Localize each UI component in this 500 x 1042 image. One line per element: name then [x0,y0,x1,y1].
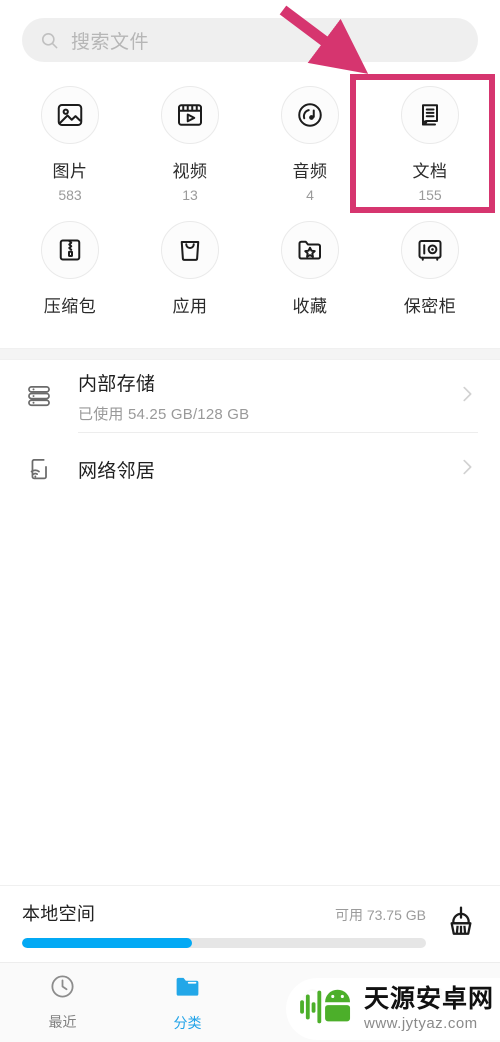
image-icon-circle [41,86,99,144]
category-item-safe[interactable]: 保密柜 [370,211,490,338]
list-item-text: 内部存储 已使用 54.25 GB/128 GB [78,369,456,424]
apps-bag-icon [175,235,205,265]
audio-icon-circle [281,86,339,144]
image-icon [55,100,85,130]
category-count: 583 [58,187,82,203]
archive-icon-circle [41,221,99,279]
watermark-text: 天源安卓网 www.jytyaz.com [363,985,494,1032]
category-item-archives[interactable]: 压缩包 [10,211,130,338]
category-item-videos[interactable]: 视频 13 [130,76,250,211]
category-label: 收藏 [292,297,328,316]
favorite-folder-icon [295,235,325,265]
search-input[interactable]: 搜索文件 [22,18,478,62]
storage-progress-track [22,938,426,948]
archive-icon [55,235,85,265]
document-icon [415,100,445,130]
category-item-audio[interactable]: 音频 4 [250,76,370,211]
storage-progress-fill [22,938,192,948]
category-label: 文档 [412,162,448,181]
category-row-2: 压缩包 应用 收藏 保密柜 [10,211,490,338]
video-icon-circle [161,86,219,144]
apps-bag-icon-circle [161,221,219,279]
search-section: 搜索文件 [0,0,500,62]
nav-item-categories[interactable]: 分类 [125,972,250,1033]
chevron-right-icon [456,383,478,410]
local-space-available: 可用 73.75 GB [334,907,426,923]
nav-item-recent[interactable]: 最近 [0,973,125,1032]
list-item-internal-storage[interactable]: 内部存储 已使用 54.25 GB/128 GB [22,360,478,432]
category-label: 应用 [172,297,208,316]
broom-clean-icon[interactable] [444,900,478,943]
category-row-1: 图片 583 视频 13 音频 4 文档 155 [10,76,490,211]
clock-icon [49,973,76,1005]
storage-list: 内部存储 已使用 54.25 GB/128 GB 网络邻居 [0,360,500,505]
category-item-favorites[interactable]: 收藏 [250,211,370,338]
category-label: 保密柜 [403,297,457,316]
video-icon [175,100,205,130]
audio-icon [295,100,325,130]
nav-label: 最近 [48,1014,77,1030]
section-separator [0,348,500,360]
nav-label: 分类 [173,1015,202,1031]
storage-stack-icon [22,382,56,410]
search-icon [40,31,59,50]
category-item-documents[interactable]: 文档 155 [370,76,490,211]
site-watermark: 天源安卓网 www.jytyaz.com [285,978,500,1040]
category-label: 视频 [172,162,208,181]
category-grid: 图片 583 视频 13 音频 4 文档 155 压缩包 应用 收藏 保密柜 [0,62,500,348]
folder-icon [173,972,202,1006]
list-item-title: 内部存储 [78,373,156,395]
safe-box-icon-circle [401,221,459,279]
watermark-site-name: 天源安卓网 [363,985,494,1013]
list-item-text: 网络邻居 [78,456,456,483]
category-item-images[interactable]: 图片 583 [10,76,130,211]
network-wifi-icon [22,455,56,483]
list-item-subtitle: 已使用 54.25 GB/128 GB [78,405,250,423]
list-item-title: 网络邻居 [78,460,156,482]
category-count: 4 [306,187,314,203]
search-placeholder: 搜索文件 [71,31,150,53]
safe-box-icon [415,235,445,265]
favorite-folder-icon-circle [281,221,339,279]
local-space-section: 本地空间 可用 73.75 GB [0,885,500,962]
category-label: 压缩包 [43,297,97,316]
android-robot-logo-icon [298,983,356,1036]
document-icon-circle [401,86,459,144]
category-count: 155 [418,187,442,203]
category-item-apps[interactable]: 应用 [130,211,250,338]
category-label: 图片 [52,162,88,181]
list-item-network-neighborhood[interactable]: 网络邻居 [22,433,478,505]
watermark-url: www.jytyaz.com [363,1015,478,1032]
category-count: 13 [182,187,198,203]
local-space-title: 本地空间 [22,904,96,924]
chevron-right-icon [456,456,478,483]
category-label: 音频 [292,162,328,181]
